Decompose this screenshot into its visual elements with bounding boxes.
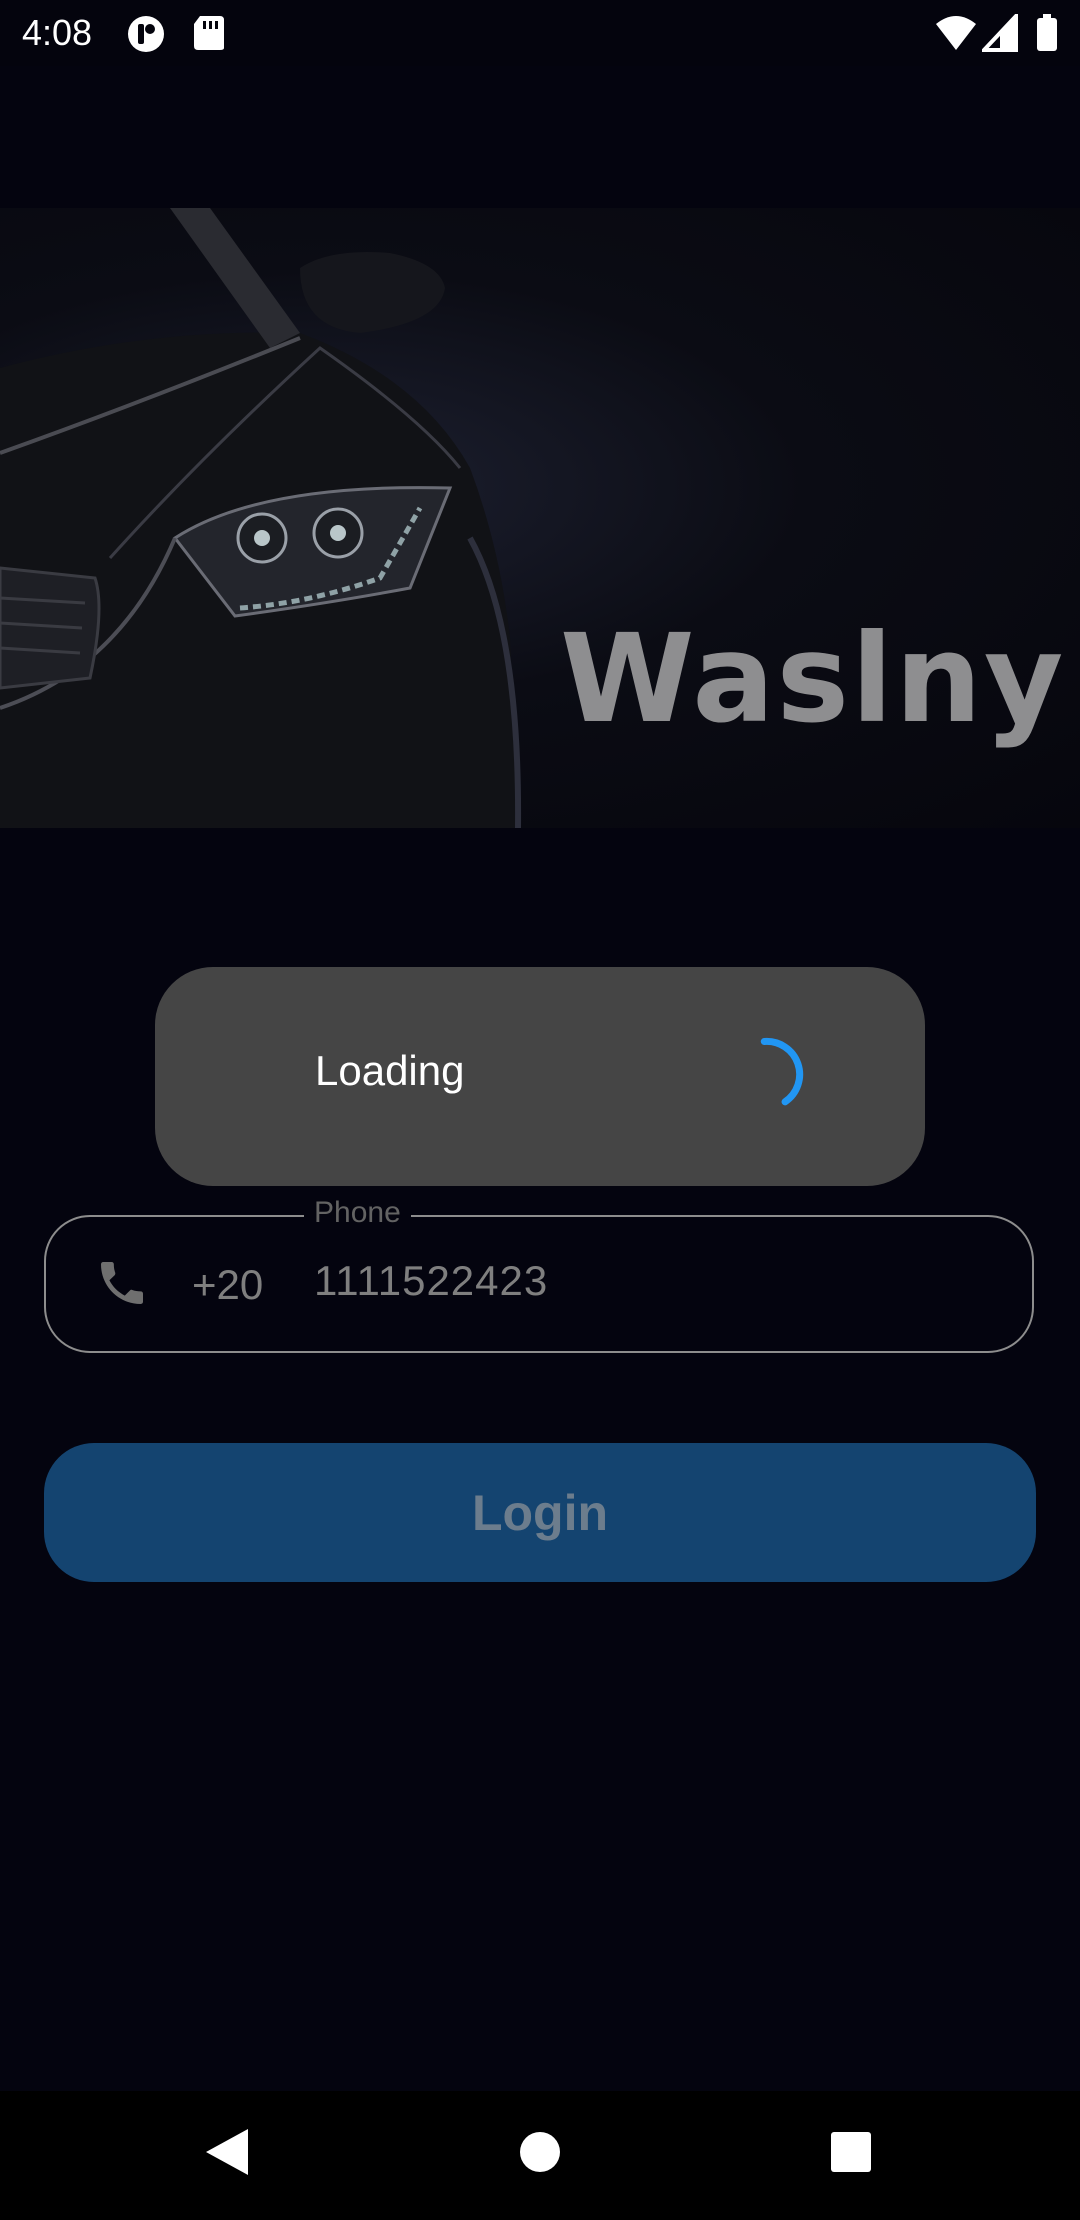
loading-dialog: Loading — [155, 967, 925, 1186]
status-bar: 4:08 — [0, 0, 1080, 66]
home-icon[interactable] — [519, 2131, 561, 2178]
phone-input[interactable]: 1111522423 — [314, 1257, 548, 1305]
wifi-icon — [934, 14, 978, 57]
hero-banner: Waslny — [0, 208, 1080, 828]
notification-app-icon — [126, 14, 166, 59]
sd-card-icon — [192, 14, 226, 57]
country-code[interactable]: +20 — [192, 1261, 263, 1309]
status-time: 4:08 — [22, 12, 93, 53]
loading-spinner-icon — [725, 1029, 815, 1124]
brand-logo-text: Waslny — [560, 608, 1066, 750]
login-button[interactable]: Login — [44, 1443, 1036, 1582]
navigation-bar — [0, 2091, 1080, 2220]
phone-icon — [94, 1255, 150, 1316]
battery-icon — [1036, 14, 1058, 57]
cellular-signal-icon — [979, 10, 1018, 57]
login-button-label: Login — [471, 1484, 609, 1541]
back-icon[interactable] — [204, 2127, 250, 2182]
loading-text: Loading — [315, 1047, 465, 1094]
phone-field-label: Phone — [304, 1196, 411, 1230]
recents-icon[interactable] — [830, 2131, 872, 2178]
phone-field[interactable]: Phone +20 1111522423 — [44, 1196, 1034, 1353]
